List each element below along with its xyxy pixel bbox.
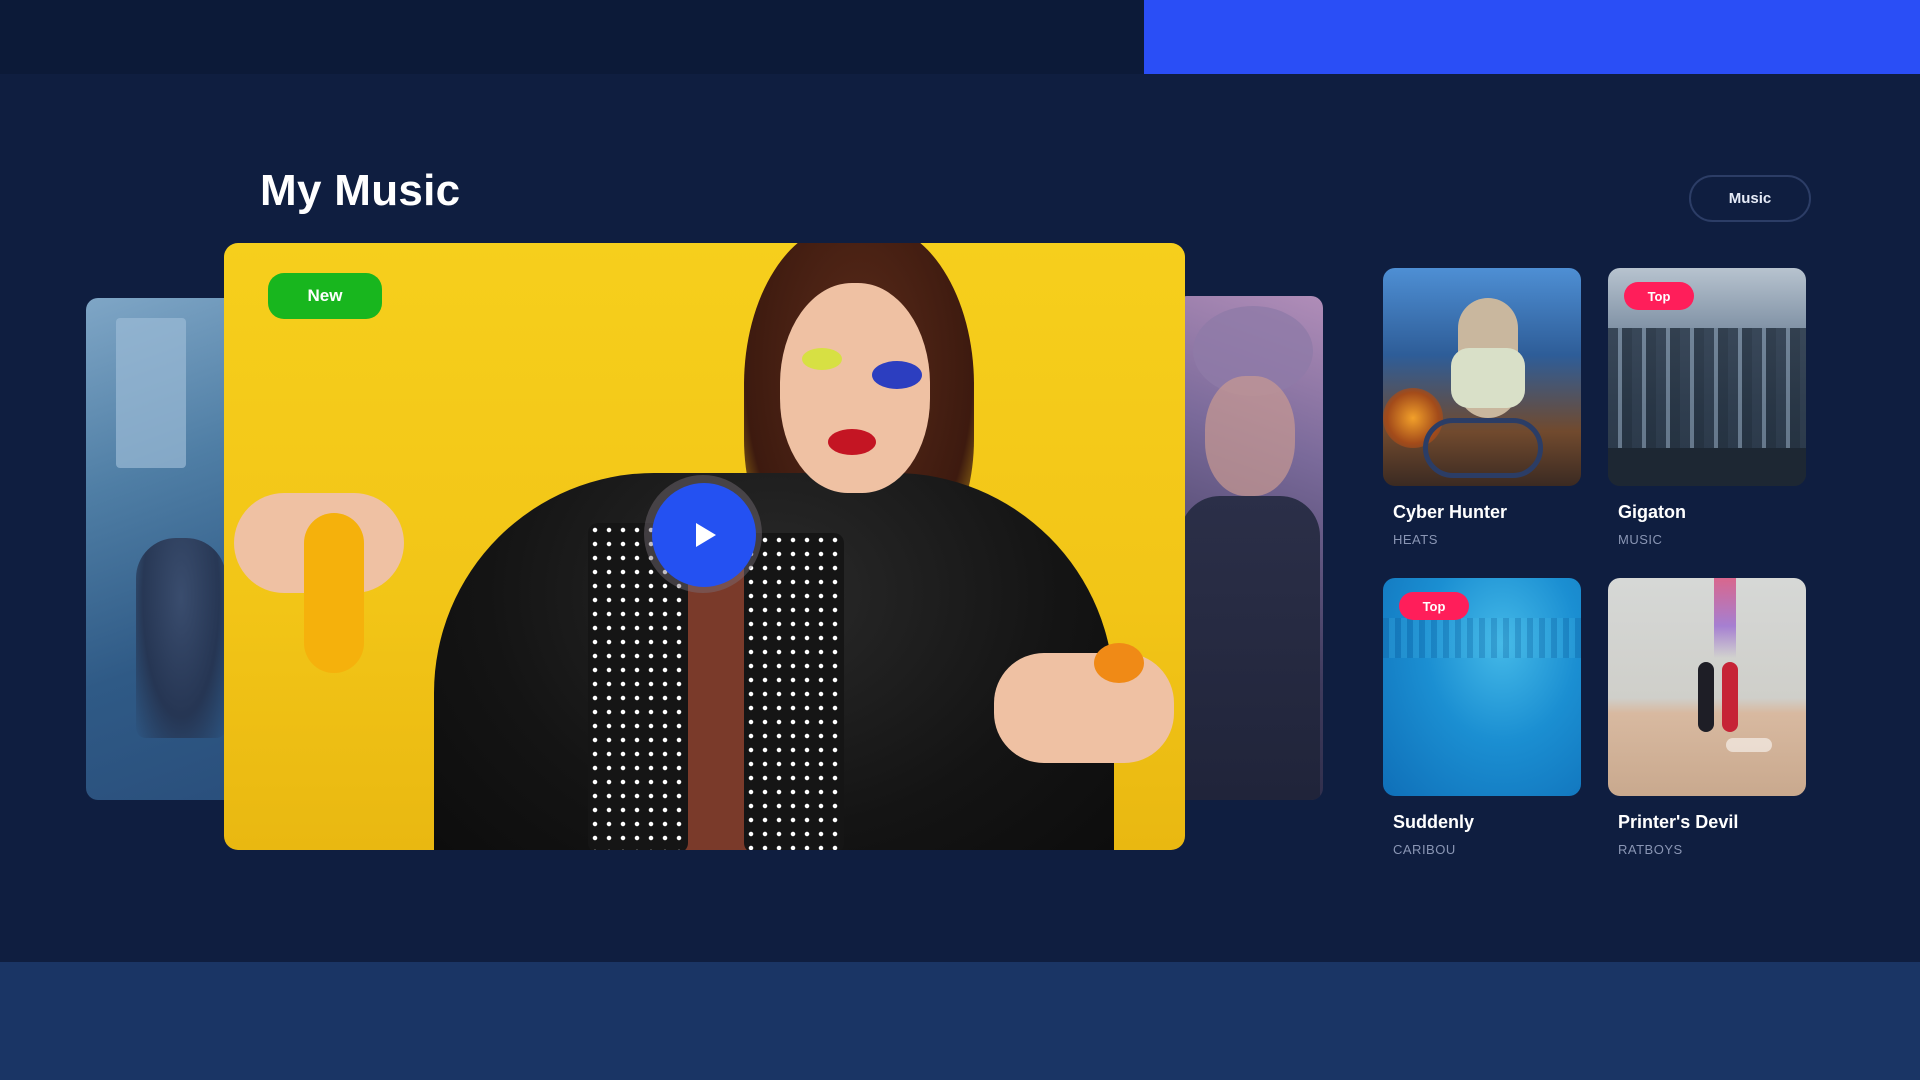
- music-app: My Music Music New Cyber Hunter HEATS To…: [0, 0, 1920, 1080]
- featured-artwork-scarf-right: [744, 533, 844, 850]
- album-cover[interactable]: [1383, 268, 1581, 486]
- album-title[interactable]: Suddenly: [1393, 812, 1581, 833]
- album-title[interactable]: Cyber Hunter: [1393, 502, 1581, 523]
- top-badge: Top: [1624, 282, 1694, 310]
- next-card-suit: [1180, 496, 1320, 800]
- cover-paint-streak: [1714, 578, 1736, 658]
- play-button[interactable]: [652, 483, 756, 587]
- featured-artwork-eye-right: [872, 361, 922, 389]
- cover-waves: [1383, 618, 1581, 658]
- album-card[interactable]: Top Suddenly CARIBOU: [1383, 578, 1581, 857]
- album-card[interactable]: Cyber Hunter HEATS: [1383, 268, 1581, 547]
- featured-artwork-yolk-left: [304, 513, 364, 673]
- featured-artwork-hand-right: [994, 653, 1174, 763]
- album-artist: CARIBOU: [1393, 842, 1456, 857]
- music-filter-button[interactable]: Music: [1689, 175, 1811, 222]
- album-artist: RATBOYS: [1618, 842, 1683, 857]
- featured-artwork-yolk-right: [1094, 643, 1144, 683]
- featured-artwork-lips: [828, 429, 876, 455]
- cover-water: [1608, 448, 1806, 486]
- album-card[interactable]: Top Gigaton MUSIC: [1608, 268, 1806, 547]
- new-badge: New: [268, 273, 382, 319]
- page-title: My Music: [260, 166, 461, 215]
- cover-person-left: [1698, 662, 1714, 732]
- album-cover[interactable]: Top: [1383, 578, 1581, 796]
- top-accent-bar: [1144, 0, 1920, 74]
- cover-rider-shirt: [1451, 348, 1525, 408]
- album-artist: HEATS: [1393, 532, 1438, 547]
- album-card[interactable]: Printer's Devil RATBOYS: [1608, 578, 1806, 857]
- album-cover[interactable]: Top: [1608, 268, 1806, 486]
- featured-artwork-face: [780, 283, 930, 493]
- prev-card-figure: [136, 538, 226, 738]
- carousel-next-card[interactable]: [1175, 296, 1323, 800]
- carousel-prev-card[interactable]: [86, 298, 246, 800]
- album-title[interactable]: Gigaton: [1618, 502, 1806, 523]
- album-cover[interactable]: [1608, 578, 1806, 796]
- album-artist: MUSIC: [1618, 532, 1663, 547]
- cover-bike: [1423, 418, 1543, 478]
- album-title[interactable]: Printer's Devil: [1618, 812, 1806, 833]
- cover-tag: [1726, 738, 1772, 752]
- next-card-face: [1205, 376, 1295, 496]
- featured-card[interactable]: New: [224, 243, 1185, 850]
- prev-card-artwork: [116, 318, 186, 468]
- cover-cliff: [1608, 328, 1806, 458]
- play-icon: [696, 523, 716, 547]
- cover-person-right: [1722, 662, 1738, 732]
- featured-artwork-eye-left: [802, 348, 842, 370]
- bottom-band: [0, 962, 1920, 1080]
- top-badge: Top: [1399, 592, 1469, 620]
